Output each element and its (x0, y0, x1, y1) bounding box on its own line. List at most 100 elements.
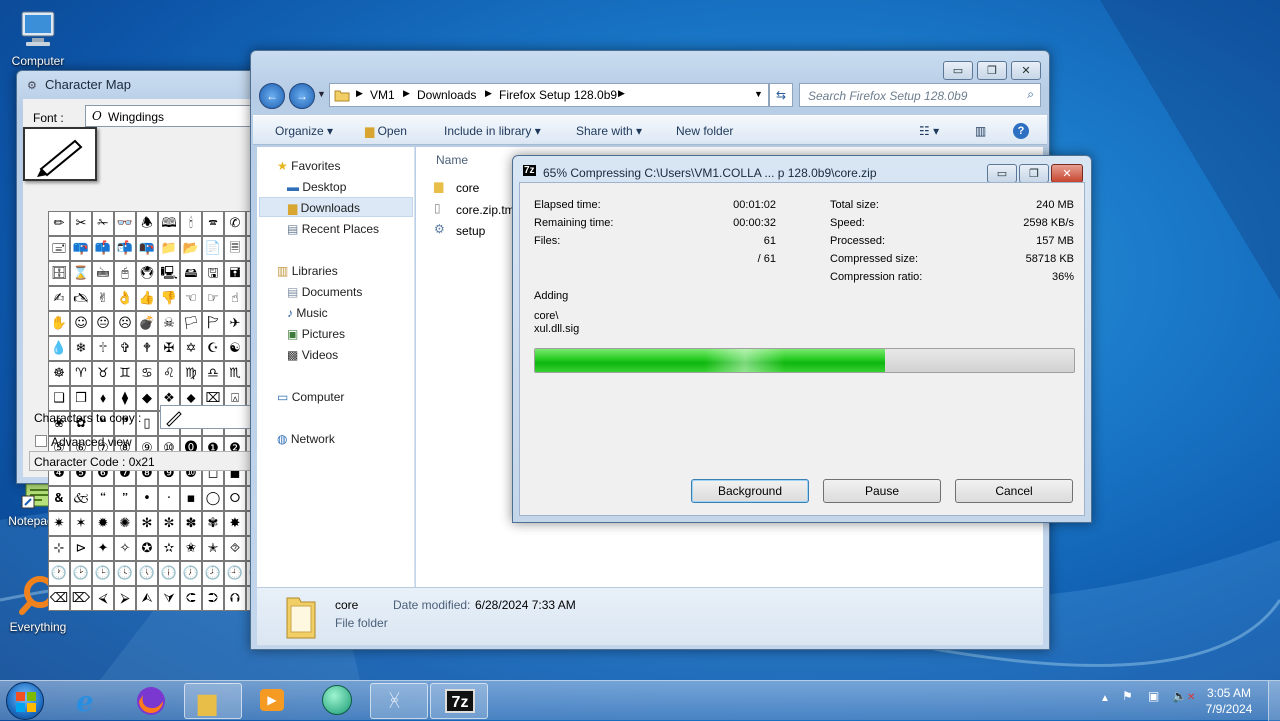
start-button[interactable] (6, 682, 44, 720)
character-cell[interactable]: • (136, 486, 158, 511)
character-cell[interactable]: 🖮 (92, 261, 114, 286)
character-cell[interactable]: ✍ (48, 286, 70, 311)
character-cell[interactable]: ✞ (114, 336, 136, 361)
nav-downloads-selected[interactable]: ▆ Downloads (259, 197, 413, 217)
nav-computer[interactable]: ▭ Computer (277, 390, 344, 404)
breadcrumb-vm1[interactable]: VM1 (370, 88, 395, 102)
new-folder-button[interactable]: New folder (676, 124, 733, 138)
character-cell[interactable]: 🖃 (48, 236, 70, 261)
nav-documents[interactable]: ▤ Documents (287, 285, 362, 299)
character-cell[interactable]: ⊳ (70, 536, 92, 561)
character-cell[interactable]: ✂ (70, 211, 92, 236)
character-cell[interactable]: ⮛ (158, 586, 180, 611)
character-cell[interactable]: ✌ (92, 286, 114, 311)
nav-videos[interactable]: ▩ Videos (287, 348, 338, 362)
character-cell[interactable]: 📪 (70, 236, 92, 261)
character-cell[interactable]: 🏳 (180, 311, 202, 336)
character-cell[interactable]: ✼ (158, 511, 180, 536)
character-cell[interactable]: ⮙ (136, 586, 158, 611)
character-cell[interactable]: 🗄 (48, 261, 70, 286)
character-cell[interactable]: 🖬 (224, 261, 246, 286)
character-cell[interactable]: ❄ (70, 336, 92, 361)
minimize-button[interactable]: ▭ (987, 164, 1017, 183)
character-cell[interactable]: ✧ (114, 536, 136, 561)
help-button[interactable]: ? (1013, 123, 1029, 139)
character-cell[interactable]: ✆ (224, 211, 246, 236)
character-cell[interactable]: 💣 (136, 311, 158, 336)
search-box[interactable]: Search Firefox Setup 128.0b9 ⌕ (799, 83, 1041, 107)
character-cell[interactable]: ♌ (158, 361, 180, 386)
taskbar-explorer[interactable]: ▆ (184, 683, 242, 719)
character-cell[interactable]: 📭 (136, 236, 158, 261)
address-dropdown-icon[interactable]: ▼ (754, 89, 763, 99)
nav-favorites[interactable]: ★ Favorites (277, 159, 340, 173)
taskbar-clock[interactable]: 3:05 AM 7/9/2024 (1190, 685, 1268, 717)
character-cell[interactable]: 💧 (48, 336, 70, 361)
advanced-view-checkbox[interactable] (35, 435, 47, 447)
character-cell[interactable]: ☯ (224, 336, 246, 361)
character-cell[interactable]: 🕘 (224, 561, 246, 586)
character-cell[interactable]: ✭ (202, 536, 224, 561)
character-cell[interactable]: 👓 (114, 211, 136, 236)
character-cell[interactable]: ⮉ (224, 586, 246, 611)
share-with-button[interactable]: Share with ▾ (576, 124, 642, 138)
character-cell[interactable]: 🕔 (136, 561, 158, 586)
character-cell[interactable]: ♍ (180, 361, 202, 386)
nav-desktop[interactable]: ▬ Desktop (287, 180, 346, 194)
character-cell[interactable]: ✪ (136, 536, 158, 561)
character-cell[interactable]: ⌫ (48, 586, 70, 611)
character-cell[interactable]: ♈ (70, 361, 92, 386)
character-cell[interactable]: ◆ (136, 386, 158, 411)
character-cell[interactable]: ⮊ (202, 586, 224, 611)
character-cell[interactable]: 🕿 (202, 211, 224, 236)
character-cell[interactable]: 🕕 (158, 561, 180, 586)
character-cell[interactable]: 🗏 (224, 236, 246, 261)
character-cell[interactable]: 🖲 (136, 261, 158, 286)
character-cell[interactable]: ✾ (202, 511, 224, 536)
character-cell[interactable]: 🕑 (70, 561, 92, 586)
character-cell[interactable]: 🕭 (136, 211, 158, 236)
character-cell[interactable]: 📬 (114, 236, 136, 261)
breadcrumb-firefox-setup[interactable]: Firefox Setup 128.0b9 (499, 88, 617, 102)
character-cell[interactable]: ▪ (180, 486, 202, 511)
taskbar-character-map[interactable]: ᚸ (370, 683, 428, 719)
character-cell[interactable]: ♋ (136, 361, 158, 386)
character-cell[interactable]: ⮈ (180, 586, 202, 611)
nav-music[interactable]: ♪ Music (287, 306, 328, 320)
character-cell[interactable]: ♉ (92, 361, 114, 386)
character-cell[interactable]: ☹ (114, 311, 136, 336)
change-view-button[interactable]: ☷ ▾ (919, 124, 939, 138)
character-cell[interactable]: ✹ (92, 511, 114, 536)
character-cell[interactable]: ♏ (224, 361, 246, 386)
character-cell[interactable]: ✋ (48, 311, 70, 336)
background-button[interactable]: Background (691, 479, 809, 503)
character-cell[interactable]: 🕐 (48, 561, 70, 586)
back-button[interactable]: ← (259, 83, 285, 109)
character-cell[interactable]: 🕆 (92, 336, 114, 361)
character-cell[interactable]: 🕮 (158, 211, 180, 236)
character-cell[interactable]: ⊹ (48, 536, 70, 561)
character-cell[interactable]: 🕗 (202, 561, 224, 586)
character-cell[interactable]: 🕈 (136, 336, 158, 361)
character-cell[interactable]: ✺ (114, 511, 136, 536)
character-cell[interactable]: ✏ (48, 211, 70, 236)
character-cell[interactable]: ✻ (136, 511, 158, 536)
forward-button[interactable]: → (289, 83, 315, 109)
character-cell[interactable]: 📁 (158, 236, 180, 261)
desktop-icon-computer[interactable]: Computer (0, 8, 76, 68)
character-cell[interactable]: ⮚ (114, 586, 136, 611)
character-cell[interactable]: ❒ (70, 386, 92, 411)
breadcrumb-downloads[interactable]: Downloads (417, 88, 476, 102)
character-cell[interactable]: ✫ (158, 536, 180, 561)
character-cell[interactable]: ✈ (224, 311, 246, 336)
network-tray-icon[interactable]: ▣ (1148, 689, 1159, 703)
cancel-button[interactable]: Cancel (955, 479, 1073, 503)
show-desktop-button[interactable] (1268, 681, 1280, 721)
character-cell[interactable]: ✷ (48, 511, 70, 536)
character-cell[interactable]: ☪ (202, 336, 224, 361)
character-cell[interactable]: ✸ (224, 511, 246, 536)
character-cell[interactable]: 👍 (136, 286, 158, 311)
include-in-library-button[interactable]: Include in library ▾ (444, 124, 541, 138)
character-cell[interactable]: 👎 (158, 286, 180, 311)
character-cell[interactable]: 🕒 (92, 561, 114, 586)
